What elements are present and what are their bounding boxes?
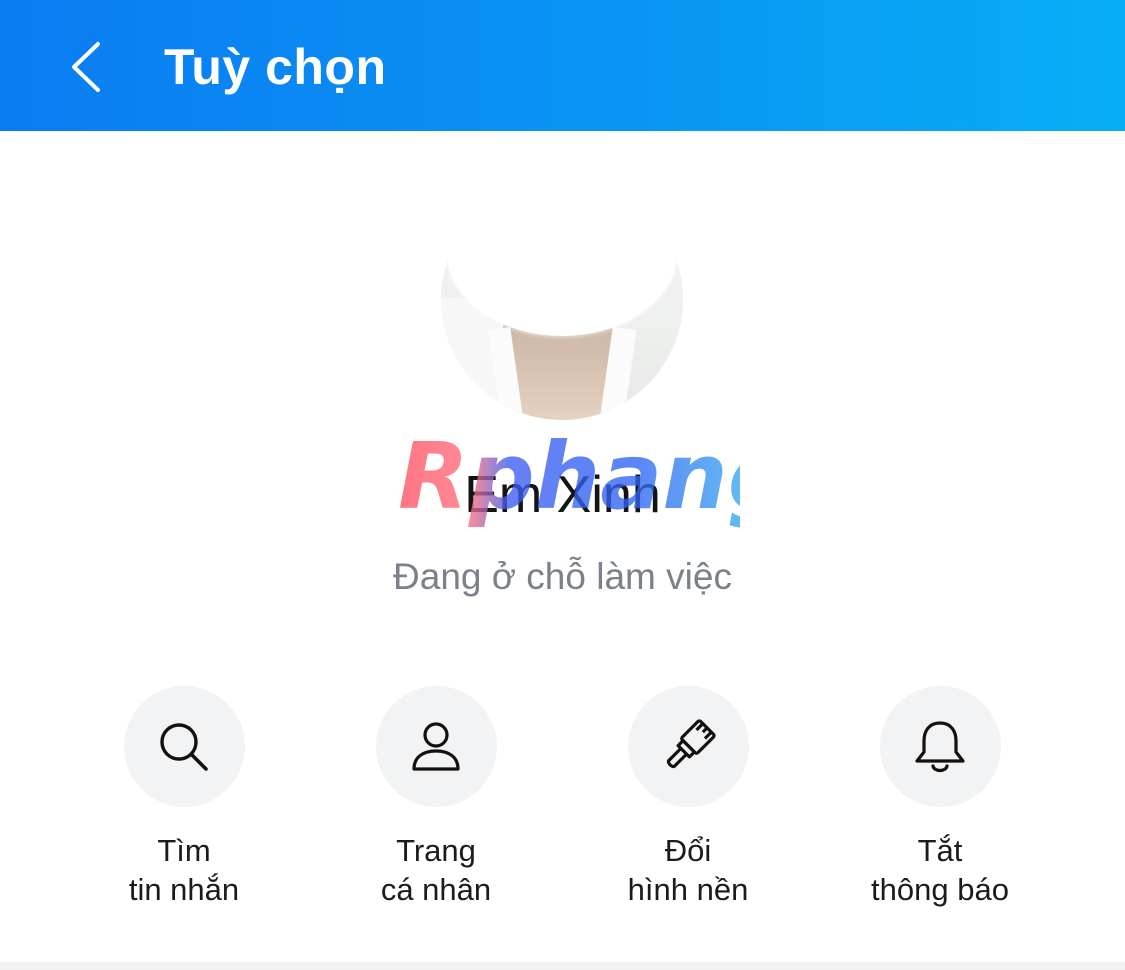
change-wallpaper-button[interactable]: Đổi hình nền <box>568 686 808 909</box>
paint-brush-icon <box>666 718 716 768</box>
page-title: Tuỳ chọn <box>164 39 387 95</box>
mute-notifications-label: Tắt thông báo <box>871 833 1009 907</box>
avatar-face-blur <box>447 178 677 336</box>
change-wallpaper-label: Đổi hình nền <box>627 833 749 907</box>
profile-circle <box>375 686 497 807</box>
chevron-left-icon <box>72 42 100 92</box>
search-circle <box>123 686 245 807</box>
back-button[interactable] <box>58 36 118 96</box>
section-divider <box>0 962 1125 970</box>
search-messages-button[interactable]: Tìm tin nhắn <box>64 686 304 909</box>
user-icon <box>412 721 460 771</box>
app-header: Tuỳ chọn <box>0 0 1125 131</box>
search-icon <box>160 722 208 771</box>
profile-page-label: Trang cá nhân <box>380 833 492 907</box>
profile-name: Em Xinh <box>464 466 661 524</box>
wallpaper-circle <box>627 686 749 807</box>
avatar[interactable] <box>441 178 683 420</box>
bell-icon <box>915 720 965 772</box>
notifications-circle <box>879 686 1001 807</box>
profile-page-button[interactable]: Trang cá nhân <box>316 686 556 909</box>
profile-status: Đang ở chỗ làm việc <box>393 556 732 597</box>
search-messages-label: Tìm tin nhắn <box>128 833 240 907</box>
mute-notifications-button[interactable]: Tắt thông báo <box>820 686 1060 909</box>
